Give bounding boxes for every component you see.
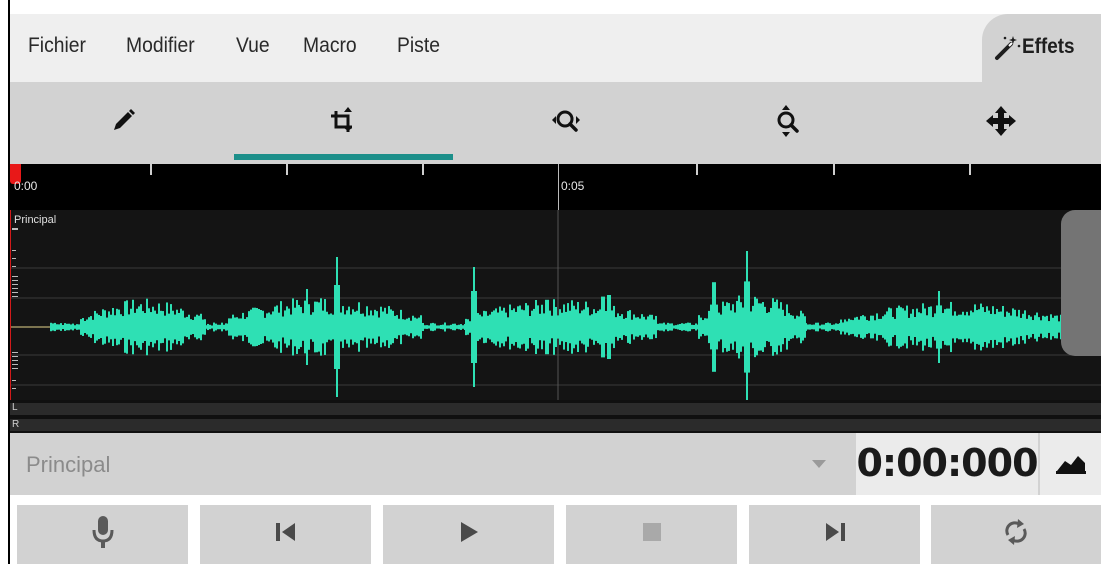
menu-modifier[interactable]: Modifier	[126, 34, 195, 58]
ruler-label-start: 0:00	[14, 179, 38, 193]
time-display-box: 0:00:000	[856, 433, 1039, 495]
stop-icon	[641, 521, 663, 548]
menu-bar: Fichier Modifier Vue Macro Piste	[10, 14, 1101, 82]
tool-bar	[10, 82, 1101, 164]
tool-crop[interactable]	[243, 82, 443, 164]
skip-forward-icon	[823, 522, 847, 547]
skip-back-icon	[274, 522, 298, 547]
ruler-label-5s: 0:05	[561, 179, 585, 193]
menu-piste[interactable]: Piste	[397, 34, 440, 58]
crop-icon	[327, 105, 359, 142]
menu-vue[interactable]: Vue	[236, 34, 270, 58]
channel-lanes: L R	[10, 400, 1101, 433]
area-chart-icon	[1054, 449, 1088, 480]
channel-right-label: R	[12, 419, 20, 430]
play-icon	[459, 521, 479, 548]
skip-forward-button[interactable]	[749, 505, 920, 564]
channel-left-label: L	[12, 402, 18, 413]
zoom-vertical-icon	[772, 104, 804, 143]
stop-button[interactable]	[566, 505, 737, 564]
loop-button[interactable]	[931, 505, 1101, 564]
magic-wand-icon	[993, 34, 1021, 67]
time-display: 0:00:000	[856, 441, 1038, 485]
vertical-scroll-thumb[interactable]	[1061, 210, 1101, 356]
waveform-display	[10, 210, 1101, 400]
effects-label: Effets	[1022, 35, 1075, 58]
zoom-horizontal-icon	[550, 105, 582, 142]
active-tool-indicator	[234, 154, 453, 160]
loop-icon	[1001, 517, 1031, 552]
play-button[interactable]	[383, 505, 554, 564]
window-left-border	[8, 0, 10, 564]
tool-zoom-vertical[interactable]	[688, 82, 888, 164]
menu-macro[interactable]: Macro	[303, 34, 357, 58]
waveform-area[interactable]: Principal	[10, 210, 1101, 400]
track-name-label: Principal	[14, 214, 57, 226]
record-button[interactable]	[17, 505, 188, 564]
track-select[interactable]: Principal	[26, 452, 110, 478]
skip-back-button[interactable]	[200, 505, 371, 564]
graph-button[interactable]	[1040, 433, 1101, 495]
transport-bar	[10, 495, 1101, 564]
microphone-icon	[90, 515, 116, 554]
tool-zoom-horizontal[interactable]	[466, 82, 666, 164]
pencil-icon	[108, 106, 138, 141]
tool-pencil[interactable]	[23, 82, 223, 164]
menu-fichier[interactable]: Fichier	[28, 34, 86, 58]
tool-move[interactable]	[901, 82, 1101, 164]
chevron-down-icon[interactable]	[812, 460, 826, 468]
move-icon	[984, 104, 1018, 143]
track-select-bar: Principal 0:00:000	[10, 433, 1101, 495]
timeline-ruler[interactable]: 0:00 0:05	[10, 164, 1101, 210]
effects-tab[interactable]: Effets	[982, 14, 1101, 82]
